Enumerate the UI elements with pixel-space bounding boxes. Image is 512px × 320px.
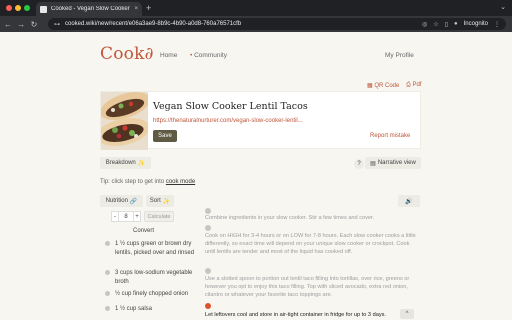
narrative-view-label: Narrative view bbox=[377, 160, 416, 166]
link-icon: 🔗 bbox=[129, 198, 138, 205]
ingredient-item[interactable]: ½ cup finely chopped onion bbox=[105, 290, 200, 299]
nutrition-label: Nutrition bbox=[105, 198, 128, 204]
sidebar-icon[interactable]: ▯ bbox=[445, 21, 448, 28]
nav-community-label: Community bbox=[194, 52, 227, 59]
cook-mode-link[interactable]: cook mode bbox=[166, 179, 195, 185]
speaker-button[interactable]: 🔊 bbox=[398, 195, 420, 207]
tab-title: Cooked - Vegan Slow Cooker bbox=[51, 6, 130, 12]
step-marker-active[interactable] bbox=[205, 303, 211, 309]
narrative-view-button[interactable]: ▤ Narrative view bbox=[365, 157, 421, 169]
more-menu-icon[interactable]: ⋮ bbox=[494, 21, 500, 28]
recipe-photo bbox=[101, 92, 148, 150]
browser-tab[interactable]: Cooked - Vegan Slow Cooker × bbox=[36, 2, 142, 16]
nav-home[interactable]: Home bbox=[160, 52, 177, 59]
ingredient-item[interactable]: 1 ½ cups green or brown dry lentils, pic… bbox=[105, 240, 200, 258]
nav-my-profile[interactable]: My Profile bbox=[385, 52, 414, 59]
address-bar[interactable]: ⊶ cooked.wiki/new/recent/e06a3ae9-8b9c-4… bbox=[48, 18, 506, 30]
servings-input[interactable]: 8 bbox=[119, 211, 133, 222]
step-text[interactable]: Cook on HIGH for 3-4 hours or on LOW for… bbox=[205, 232, 417, 257]
convert-button[interactable]: Convert bbox=[133, 228, 154, 234]
cooked-logo[interactable]: Cook∂ bbox=[100, 44, 154, 64]
step-text[interactable]: Combine ingredients in your slow cooker.… bbox=[205, 214, 417, 222]
new-tab-icon[interactable]: + bbox=[146, 3, 151, 13]
tip-text: Tip: click step to get into bbox=[100, 179, 166, 185]
servings-control: - 8 + Calculate bbox=[111, 211, 174, 222]
qr-code-icon: ▦ bbox=[367, 83, 373, 89]
bookmark-star-icon[interactable]: ☆ bbox=[433, 21, 438, 28]
recipe-title: Vegan Slow Cooker Lentil Tacos bbox=[153, 101, 308, 112]
sort-label: Sort bbox=[149, 198, 161, 204]
ingredient-checkbox[interactable] bbox=[105, 270, 110, 275]
back-icon[interactable]: ← bbox=[3, 20, 13, 29]
minimize-window-button[interactable] bbox=[15, 5, 21, 11]
incognito-icon: ● bbox=[454, 21, 458, 27]
browser-toolbar: ← → ↻ ⊶ cooked.wiki/new/recent/e06a3ae9-… bbox=[0, 16, 512, 32]
speaker-icon: 🔊 bbox=[405, 198, 413, 205]
ingredient-text: 1 ½ cup salsa bbox=[115, 306, 153, 312]
decrease-servings-button[interactable]: - bbox=[111, 211, 119, 222]
nav-community[interactable]: • Community bbox=[190, 52, 227, 59]
close-window-button[interactable] bbox=[6, 5, 12, 11]
scroll-up-button[interactable]: ^ bbox=[400, 309, 414, 319]
pdf-icon: ⎙ bbox=[406, 82, 411, 88]
ingredient-text: 1 ½ cups green or brown dry lentils, pic… bbox=[115, 241, 195, 256]
eye-off-icon[interactable]: ◎ bbox=[422, 21, 427, 28]
report-mistake-link[interactable]: Report mistake bbox=[370, 133, 410, 139]
step-text[interactable]: Use a slotted spoon to portion out lenti… bbox=[205, 275, 417, 300]
incognito-label: Incognito bbox=[463, 21, 488, 27]
sparkle-icon: ✨ bbox=[162, 198, 171, 205]
save-button[interactable]: Save bbox=[153, 130, 177, 142]
pdf-link[interactable]: ⎙ Pdf bbox=[406, 82, 422, 89]
recipe-source-link[interactable]: https://thenaturalnurturer.com/vegan-slo… bbox=[153, 118, 303, 124]
ingredient-item[interactable]: 1 ½ cup salsa bbox=[105, 305, 200, 314]
step-text-active[interactable]: Let leftovers cool and store in air-tigh… bbox=[205, 311, 417, 319]
site-info-icon[interactable]: ⊶ bbox=[54, 21, 60, 28]
ingredient-checkbox[interactable] bbox=[105, 306, 110, 311]
tab-menu-icon[interactable]: ⌄ bbox=[500, 3, 506, 11]
url-text: cooked.wiki/new/recent/e06a3ae9-8b9c-4b9… bbox=[65, 21, 242, 27]
sparkle-icon: ✨ bbox=[137, 160, 146, 167]
active-bullet-icon: • bbox=[190, 52, 193, 59]
maximize-window-button[interactable] bbox=[24, 5, 30, 11]
qr-code-link[interactable]: ▦ QR Code bbox=[367, 82, 399, 89]
ingredient-item[interactable]: 3 cups low-sodium vegetable broth bbox=[105, 269, 200, 287]
sort-button[interactable]: Sort ✨ bbox=[146, 195, 174, 207]
qr-code-label: QR Code bbox=[374, 83, 400, 89]
ingredient-text: 3 cups low-sodium vegetable broth bbox=[115, 270, 193, 285]
tab-close-icon[interactable]: × bbox=[134, 6, 138, 12]
breakdown-label: Breakdown bbox=[105, 160, 136, 166]
nutrition-button[interactable]: Nutrition 🔗 bbox=[100, 195, 143, 207]
ingredient-checkbox[interactable] bbox=[105, 241, 110, 246]
narrative-icon: ▤ bbox=[370, 160, 376, 167]
breakdown-button[interactable]: Breakdown ✨ bbox=[100, 157, 151, 169]
increase-servings-button[interactable]: + bbox=[133, 211, 141, 222]
forward-icon[interactable]: → bbox=[16, 20, 26, 29]
step-marker[interactable] bbox=[205, 268, 211, 274]
favicon-icon bbox=[40, 5, 47, 13]
ingredient-text: ½ cup finely chopped onion bbox=[115, 291, 189, 297]
calculate-button[interactable]: Calculate bbox=[144, 211, 174, 222]
help-button[interactable]: ? bbox=[354, 159, 364, 169]
pdf-label: Pdf bbox=[412, 82, 422, 88]
ingredient-checkbox[interactable] bbox=[105, 291, 110, 296]
recipe-card: Vegan Slow Cooker Lentil Tacos https://t… bbox=[100, 91, 421, 150]
reload-icon[interactable]: ↻ bbox=[29, 20, 39, 29]
step-marker[interactable] bbox=[205, 225, 211, 231]
browser-tabbar: Cooked - Vegan Slow Cooker × + ⌄ bbox=[0, 0, 512, 16]
cook-mode-tip: Tip: click step to get into cook mode bbox=[100, 179, 195, 185]
